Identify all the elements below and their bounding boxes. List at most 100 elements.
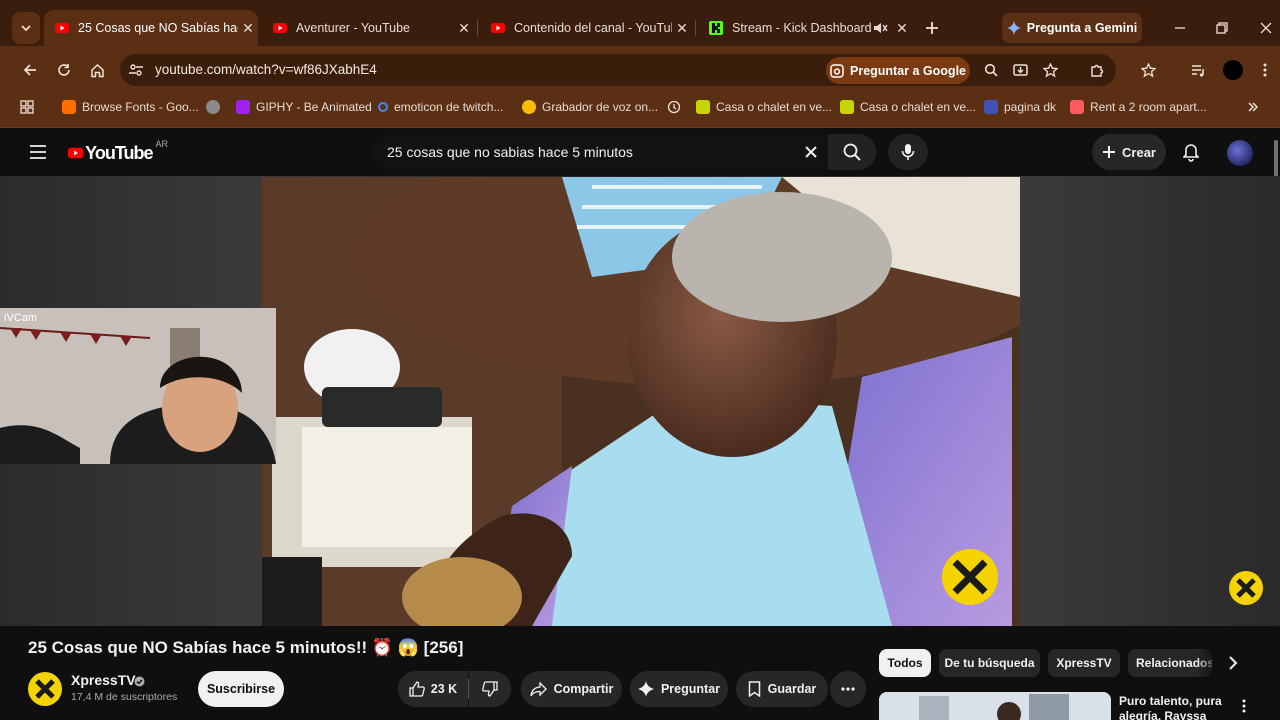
tab-aventurer[interactable]: Aventurer - YouTube ✕: [262, 10, 474, 46]
bookmarks-side-button[interactable]: [1137, 58, 1159, 82]
search-icon: [378, 102, 388, 112]
share-label: Compartir: [553, 682, 614, 696]
tab-active-video[interactable]: 25 Cosas que NO Sabías hace ✕: [44, 10, 258, 46]
channel-avatar[interactable]: [28, 672, 62, 706]
chip-all[interactable]: Todos: [879, 649, 931, 677]
bookmark-browse-fonts[interactable]: Browse Fonts - Goo...: [62, 98, 199, 116]
notifications-button[interactable]: [1178, 140, 1204, 166]
microphone-icon: [901, 144, 915, 160]
youtube-logo-icon: [68, 147, 84, 159]
verified-badge-icon: [134, 676, 145, 687]
guide-menu-button[interactable]: [26, 140, 50, 164]
bookmark-twitch-emoticon[interactable]: emoticon de twitch...: [378, 98, 503, 116]
puzzle-icon: [1090, 64, 1103, 77]
chip-from-search[interactable]: De tu búsqueda: [939, 649, 1040, 677]
bookmark-airbnb[interactable]: Rent a 2 room apart...: [1070, 98, 1207, 116]
bookmark-history[interactable]: [667, 98, 681, 116]
chip-xpresstv[interactable]: XpressTV: [1048, 649, 1120, 677]
bookmark-casa-chalet-1[interactable]: Casa o chalet en ve...: [696, 98, 832, 116]
like-button[interactable]: 23 K: [398, 671, 468, 707]
close-icon[interactable]: ✕: [454, 20, 474, 37]
close-icon[interactable]: ✕: [892, 20, 912, 37]
recommendation-title[interactable]: Puro talento, pura alegría, Rayssa Lea: [1119, 694, 1229, 720]
subscribe-button[interactable]: Suscribirse: [198, 671, 284, 707]
dislike-button[interactable]: [469, 671, 511, 707]
save-button[interactable]: Guardar: [736, 671, 828, 707]
subscribe-label: Suscribirse: [206, 682, 276, 696]
bookmark-giphy[interactable]: GIPHY - Be Animated: [236, 98, 372, 116]
reload-button[interactable]: [50, 58, 78, 82]
muted-speaker-icon[interactable]: [872, 20, 888, 36]
minimize-icon: [1175, 27, 1185, 29]
install-app-button[interactable]: [1009, 58, 1031, 82]
tab-channel-content[interactable]: Contenido del canal - YouTube ✕: [480, 10, 692, 46]
search-button[interactable]: [828, 134, 876, 170]
restore-button[interactable]: [1208, 14, 1236, 42]
more-vertical-icon: [1263, 63, 1267, 77]
idealista-icon: [696, 100, 710, 114]
more-actions-button[interactable]: [830, 671, 866, 707]
gemini-button[interactable]: Pregunta a Gemini: [1002, 13, 1142, 43]
recommendation-thumbnail[interactable]: [879, 692, 1111, 720]
more-vertical-icon: [1242, 699, 1246, 713]
close-icon: [805, 146, 817, 158]
chips-next-button[interactable]: [1222, 651, 1244, 675]
profile-avatar[interactable]: [1223, 60, 1243, 80]
xpresstv-logo-icon: [1236, 578, 1256, 598]
close-window-button[interactable]: [1252, 14, 1280, 42]
gemini-sparkle-icon: [1006, 21, 1021, 35]
tab-kick-dashboard[interactable]: Stream - Kick Dashboard ✕: [698, 10, 912, 46]
tab-title: Stream - Kick Dashboard: [732, 21, 872, 35]
tab-title: Contenido del canal - YouTube: [514, 21, 672, 35]
site-info-icon[interactable]: [128, 62, 144, 78]
star-icon: [1140, 62, 1156, 77]
zoom-button[interactable]: [980, 58, 1002, 82]
ask-button[interactable]: Preguntar: [630, 671, 728, 707]
youtube-favicon-icon: [55, 23, 69, 33]
share-button[interactable]: Compartir: [521, 671, 622, 707]
bookmark-star-button[interactable]: [1039, 58, 1061, 82]
bookmark-pagina-dk[interactable]: pagina dk: [984, 98, 1056, 116]
chevron-right-icon: [1229, 656, 1238, 670]
browser-menu-button[interactable]: [1258, 58, 1272, 82]
country-code: AR: [155, 139, 168, 149]
bookmark-voice-recorder[interactable]: Grabador de voz on...: [522, 98, 658, 116]
channel-name[interactable]: XpressTV: [71, 672, 136, 688]
apps-button[interactable]: [18, 98, 36, 116]
url-text[interactable]: youtube.com/watch?v=wf86JXabhE4: [155, 62, 377, 77]
thumbs-up-icon: [409, 681, 425, 697]
save-label: Guardar: [767, 682, 817, 696]
restore-icon: [1216, 22, 1228, 34]
channel-watermark[interactable]: [1229, 571, 1263, 605]
chips-fade: [1196, 649, 1222, 677]
xpresstv-logo-icon: [35, 679, 55, 699]
voice-search-button[interactable]: [888, 134, 928, 170]
minimize-button[interactable]: [1166, 14, 1194, 42]
ask-google-button[interactable]: Preguntar a Google: [826, 57, 970, 84]
video-frame[interactable]: [262, 177, 1020, 626]
more-horizontal-icon: [841, 687, 855, 691]
tab-search-button[interactable]: [12, 12, 40, 44]
home-icon: [90, 63, 104, 77]
chevron-down-icon: [21, 25, 31, 32]
youtube-logo[interactable]: YouTube AR: [68, 139, 168, 165]
account-avatar[interactable]: [1227, 140, 1253, 166]
new-tab-button[interactable]: [920, 16, 944, 40]
webcam-label: iVCam: [4, 312, 38, 324]
close-icon[interactable]: ✕: [672, 20, 692, 37]
tab-separator: [477, 20, 478, 36]
sparkle-icon: [637, 681, 654, 697]
close-icon[interactable]: ✕: [238, 20, 258, 37]
bookmark-casa-chalet-2[interactable]: Casa o chalet en ve...: [840, 98, 976, 116]
search-input[interactable]: 25 cosas que no sabias hace 5 minutos: [387, 144, 633, 160]
more-bookmarks-button[interactable]: [1244, 98, 1262, 116]
back-button[interactable]: [16, 58, 44, 82]
media-controls-button[interactable]: [1187, 58, 1209, 82]
subscriber-count: 17,4 M de suscriptores: [71, 691, 178, 703]
bookmark-globe[interactable]: [206, 98, 226, 116]
extensions-button[interactable]: [1086, 58, 1108, 82]
home-button[interactable]: [83, 58, 111, 82]
create-button[interactable]: Crear: [1092, 134, 1166, 170]
clear-search-button[interactable]: [798, 140, 824, 164]
recommendation-menu-button[interactable]: [1236, 696, 1252, 716]
